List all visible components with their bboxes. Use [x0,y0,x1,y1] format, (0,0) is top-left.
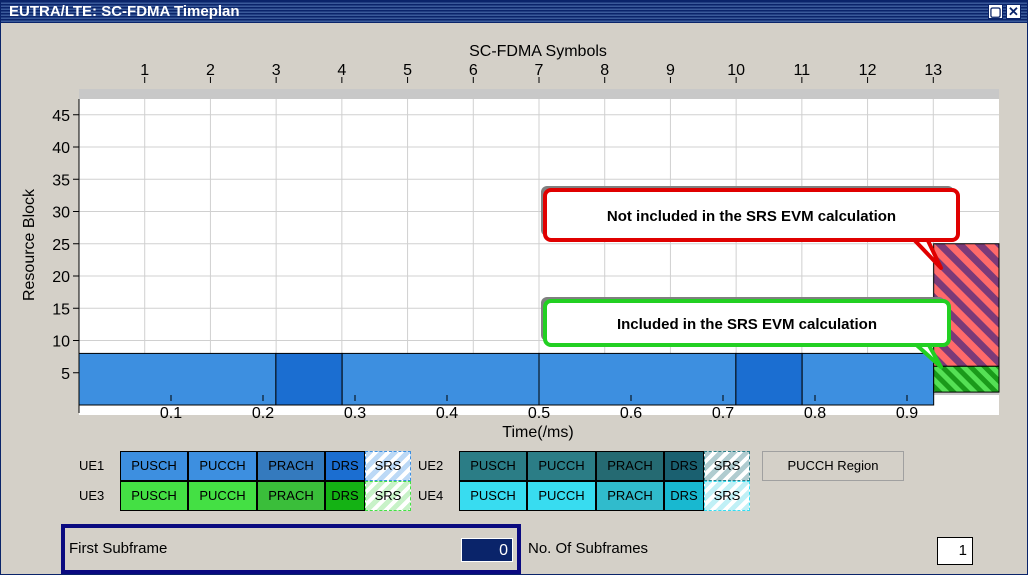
maximize-icon[interactable]: ▢ [988,4,1003,19]
allocation-pusch [801,352,935,406]
legend-ue4-srs: SRS [704,481,750,511]
legend-ue1-prach: PRACH [257,451,325,481]
legend-ue3-prach: PRACH [257,481,325,511]
x-tick-label: 0.2 [252,405,274,422]
y-tick-label: 45 [52,108,70,125]
timeplan-window: EUTRA/LTE: SC-FDMA Timeplan ▢ ✕ SC-FDMA … [0,0,1028,575]
x-tick-label: 0.5 [528,405,550,422]
first-subframe-label: First Subframe [69,540,168,557]
first-subframe-input[interactable]: 0 [461,538,513,562]
allocation-pusch [341,352,540,406]
callout-tail-mask [899,224,923,234]
top-tick-label: 5 [403,62,412,79]
top-tick-label: 13 [924,62,942,79]
legend-ue4-drs: DRS [664,481,704,511]
legend-ue2-drs: DRS [664,451,704,481]
legend-ue1-pucch: PUCCH [188,451,257,481]
top-tick-label: 8 [600,62,609,79]
first-subframe-field[interactable]: First Subframe 0 [61,524,521,574]
legend-ue4-pusch: PUSCH [459,481,527,511]
allocation-pusch [538,352,737,406]
legend-ue4-prach: PRACH [596,481,664,511]
num-subframes-label: No. Of Subframes [528,540,649,557]
legend-ue2-pucch: PUCCH [527,451,596,481]
x-axis-label: Time(/ms) [502,424,573,441]
legend-ue4-label: UE4 [418,488,444,503]
callout-tail-mask [899,329,923,339]
top-tick-label: 1 [140,62,149,79]
num-subframes-input[interactable]: 1 [937,537,973,565]
top-tick-label: 4 [337,62,346,79]
top-tick-label: 10 [727,62,745,79]
legend-ue2-srs: SRS [704,451,750,481]
legend-ue4-pucch: PUCCH [527,481,596,511]
window-title: EUTRA/LTE: SC-FDMA Timeplan [9,3,240,20]
top-tick-label: 11 [794,62,811,79]
pucch-region-button[interactable]: PUCCH Region [762,451,904,481]
top-tick-label: 9 [666,62,675,79]
legend-ue3-pusch: PUSCH [120,481,188,511]
legend-ue1-drs: DRS [325,451,365,481]
y-tick-label: 20 [52,269,70,286]
x-tick-label: 0.6 [620,405,642,422]
y-tick-label: 15 [52,301,70,318]
x-tick-label: 0.4 [436,405,458,422]
legend-ue1-srs: SRS [365,451,411,481]
allocation-drs [735,352,803,406]
y-tick-label: 40 [52,140,70,157]
legend-ue3-drs: DRS [325,481,365,511]
allocation-drs [275,352,343,406]
top-axis-title: SC-FDMA Symbols [469,43,607,60]
legend-ue2-label: UE2 [418,458,444,473]
top-tick-label: 7 [535,62,544,79]
legend-ue2-prach: PRACH [596,451,664,481]
x-tick-label: 0.1 [160,405,182,422]
y-tick-label: 25 [52,237,70,254]
top-tick-label: 2 [206,62,215,79]
x-tick-label: 0.9 [896,405,918,422]
y-tick-label: 5 [61,366,70,383]
callout-text: Included in the SRS EVM calculation [617,316,877,333]
title-bar: EUTRA/LTE: SC-FDMA Timeplan ▢ ✕ [1,1,1027,23]
y-tick-label: 10 [52,334,70,351]
top-band [79,89,999,99]
legend-ue1-label: UE1 [79,458,105,473]
x-tick-label: 0.3 [344,405,366,422]
x-tick-label: 0.7 [712,405,734,422]
close-icon[interactable]: ✕ [1006,4,1021,19]
y-tick-label: 30 [52,205,70,222]
top-tick-label: 6 [469,62,478,79]
timeplan-chart: SC-FDMA Symbols1 2 3 4 5 6 7 8 9 10 11 12 1351015202… [21,43,1000,441]
x-tick-label: 0.8 [804,405,826,422]
legend-ue1-pusch: PUSCH [120,451,188,481]
legend-ue3-srs: SRS [365,481,411,511]
legend-ue2-pusch: PUSCH [459,451,527,481]
legend-ue3-pucch: PUCCH [188,481,257,511]
y-axis-label: Resource Block [21,188,38,301]
srs-block-included [933,365,1000,393]
legend-ue3-label: UE3 [79,488,105,503]
top-tick-label: 12 [859,62,877,79]
allocation-pusch [78,352,277,406]
top-tick-label: 3 [272,62,281,79]
y-tick-label: 35 [52,172,70,189]
callout-text: Not included in the SRS EVM calculation [607,208,896,225]
